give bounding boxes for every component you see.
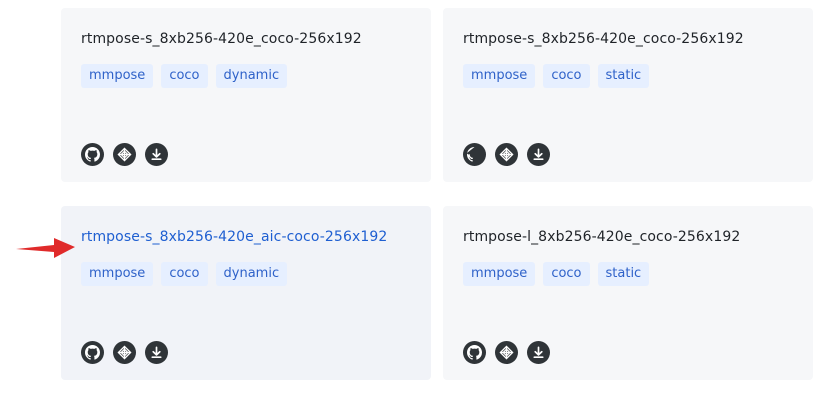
tag-list: mmpose coco dynamic bbox=[81, 262, 288, 286]
tag[interactable]: static bbox=[597, 64, 650, 88]
model-card[interactable]: rtmpose-s_8xb256-420e_coco-256x192 mmpos… bbox=[61, 8, 431, 182]
card-actions bbox=[81, 143, 168, 166]
download-icon[interactable] bbox=[527, 143, 550, 166]
pointer-arrow-icon bbox=[16, 238, 75, 258]
github-icon[interactable] bbox=[463, 341, 486, 364]
model-title[interactable]: rtmpose-s_8xb256-420e_coco-256x192 bbox=[463, 31, 744, 47]
model-title[interactable]: rtmpose-s_8xb256-420e_aic-coco-256x192 bbox=[81, 229, 387, 245]
tag[interactable]: mmpose bbox=[81, 262, 154, 286]
tag[interactable]: mmpose bbox=[463, 262, 536, 286]
tag[interactable]: coco bbox=[543, 64, 590, 88]
tag[interactable]: static bbox=[597, 262, 650, 286]
openmmlab-icon[interactable] bbox=[113, 143, 136, 166]
openmmlab-icon[interactable] bbox=[113, 341, 136, 364]
tag[interactable]: dynamic bbox=[215, 64, 288, 88]
tag[interactable]: mmpose bbox=[463, 64, 536, 88]
github-icon[interactable] bbox=[463, 143, 486, 166]
github-icon[interactable] bbox=[81, 341, 104, 364]
tag-list: mmpose coco static bbox=[463, 262, 650, 286]
model-card[interactable]: rtmpose-l_8xb256-420e_coco-256x192 mmpos… bbox=[443, 206, 813, 380]
card-actions bbox=[81, 341, 168, 364]
model-card[interactable]: rtmpose-s_8xb256-420e_aic-coco-256x192 m… bbox=[61, 206, 431, 380]
tag[interactable]: dynamic bbox=[215, 262, 288, 286]
model-title[interactable]: rtmpose-l_8xb256-420e_coco-256x192 bbox=[463, 229, 740, 245]
openmmlab-icon[interactable] bbox=[495, 143, 518, 166]
github-icon[interactable] bbox=[81, 143, 104, 166]
openmmlab-icon[interactable] bbox=[495, 341, 518, 364]
card-actions bbox=[463, 341, 550, 364]
download-icon[interactable] bbox=[145, 143, 168, 166]
download-icon[interactable] bbox=[527, 341, 550, 364]
model-card[interactable]: rtmpose-s_8xb256-420e_coco-256x192 mmpos… bbox=[443, 8, 813, 182]
download-icon[interactable] bbox=[145, 341, 168, 364]
tag[interactable]: coco bbox=[543, 262, 590, 286]
tag[interactable]: mmpose bbox=[81, 64, 154, 88]
tag[interactable]: coco bbox=[161, 64, 208, 88]
model-title[interactable]: rtmpose-s_8xb256-420e_coco-256x192 bbox=[81, 31, 362, 47]
tag-list: mmpose coco dynamic bbox=[81, 64, 288, 88]
tag[interactable]: coco bbox=[161, 262, 208, 286]
card-actions bbox=[463, 143, 550, 166]
tag-list: mmpose coco static bbox=[463, 64, 650, 88]
